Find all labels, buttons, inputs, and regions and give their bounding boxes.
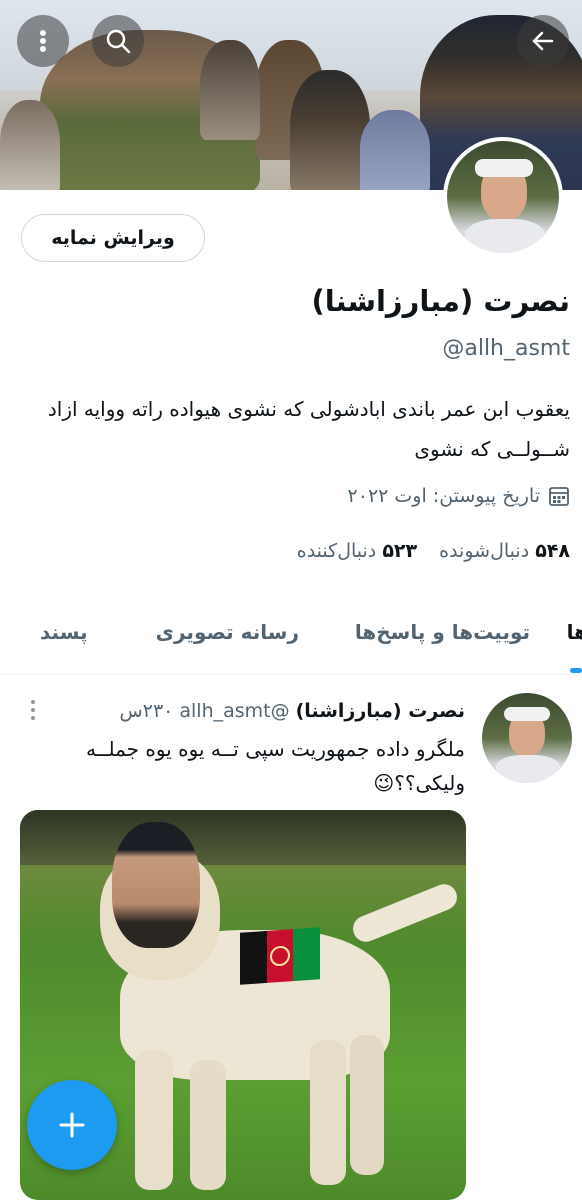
profile-avatar[interactable] — [443, 137, 563, 257]
profile-stats: ۵۴۸ دنبال‌شونده ۵۲۳ دنبال‌کننده — [297, 540, 570, 562]
back-button[interactable] — [517, 15, 569, 67]
search-icon — [106, 29, 131, 54]
banner-figure — [290, 70, 370, 190]
avatar-photo — [447, 141, 559, 253]
active-tab-indicator — [570, 668, 582, 673]
dog-leg — [135, 1050, 173, 1190]
followers-link[interactable]: ۵۲۳ دنبال‌کننده — [297, 540, 417, 562]
more-vertical-icon — [31, 700, 35, 720]
profile-tabs: ها توییت‌ها و پاسخ‌ها رسانه تصویری پسند — [0, 600, 582, 675]
dog-leg — [190, 1060, 226, 1190]
display-name: نصرت (مبارزاشنا) — [311, 284, 570, 318]
tweet-header: نصرت (مبارزاشنا) @allh_asmt ۲۳۰س — [120, 700, 465, 722]
following-link[interactable]: ۵۴۸ دنبال‌شونده — [439, 540, 570, 562]
compose-tweet-button[interactable] — [27, 1080, 117, 1170]
arrow-left-icon — [532, 31, 554, 51]
afghan-flag — [240, 927, 321, 985]
banner-figure — [0, 100, 60, 190]
tweet-author-name[interactable]: نصرت (مبارزاشنا) — [296, 700, 465, 722]
profile-bio: یعقوب ابن عمر باندی ابادشولی که نشوی هیو… — [47, 397, 570, 461]
tweet-more-button[interactable] — [28, 698, 38, 722]
following-label: دنبال‌شونده — [439, 540, 530, 562]
profile-handle: @allh_asmt — [442, 336, 570, 361]
dog-leg — [310, 1040, 346, 1185]
dog-leg — [350, 1035, 384, 1175]
following-count: ۵۴۸ — [535, 540, 570, 562]
calendar-icon — [549, 487, 569, 506]
tab-tweets-replies[interactable]: توییت‌ها و پاسخ‌ها — [355, 620, 530, 644]
search-button[interactable] — [92, 15, 144, 67]
followers-count: ۵۲۳ — [382, 540, 418, 562]
dog-tail — [349, 880, 461, 946]
banner-figure — [360, 110, 430, 190]
plus-icon — [59, 1112, 85, 1138]
banner-figure — [200, 40, 260, 140]
more-button[interactable] — [17, 15, 69, 67]
more-vertical-icon — [40, 30, 46, 52]
join-date: تاریخ پیوستن: اوت ۲۰۲۲ — [348, 485, 570, 507]
tweet-avatar[interactable] — [482, 693, 572, 783]
join-date-text: تاریخ پیوستن: اوت ۲۰۲۲ — [347, 485, 540, 507]
tweet-author-handle[interactable]: @allh_asmt — [179, 700, 289, 722]
tweet-text: ملگرو داده جمهوریت سپی تــه یوه یوه جملـ… — [86, 737, 465, 795]
tab-tweets[interactable]: ها — [567, 620, 582, 644]
followers-label: دنبال‌کننده — [296, 540, 377, 562]
tab-media[interactable]: رسانه تصویری — [156, 620, 299, 644]
tab-likes[interactable]: پسند — [40, 620, 88, 644]
tweet-time: ۲۳۰س — [119, 700, 174, 722]
edit-profile-button[interactable]: ویرایش نمایه — [21, 214, 205, 262]
face-overlay — [112, 822, 200, 948]
